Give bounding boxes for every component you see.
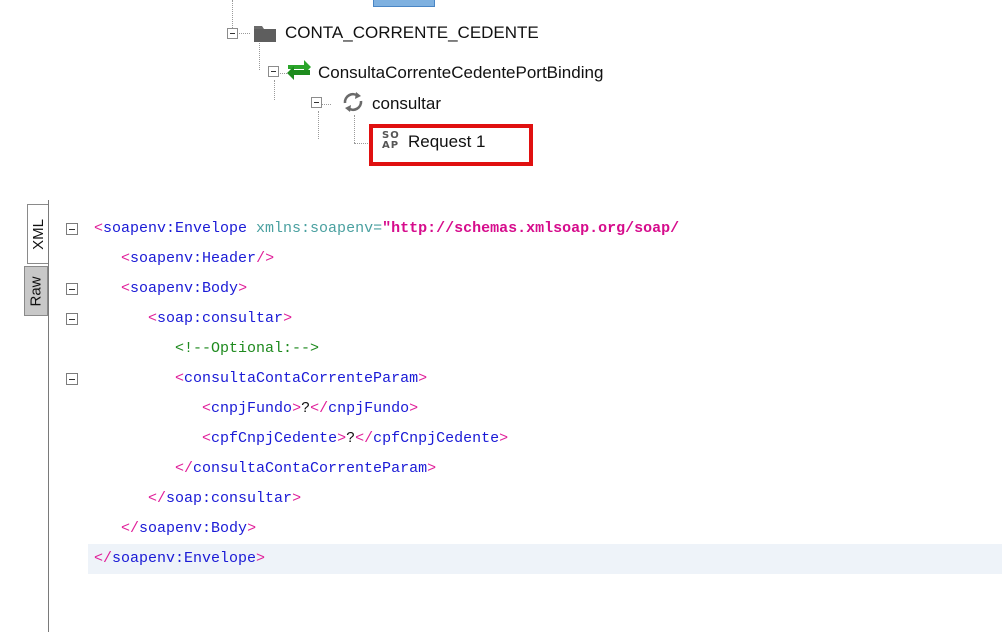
binding-arrows-icon xyxy=(287,60,311,80)
tree-connector xyxy=(274,80,275,100)
tree-item-request[interactable]: Request 1 xyxy=(408,127,486,157)
tree-item-label: Request 1 xyxy=(408,132,486,151)
tab-raw[interactable]: Raw xyxy=(24,266,48,316)
tab-label: XML xyxy=(29,218,47,250)
folder-icon xyxy=(254,26,276,42)
code-line: <soapenv:Body> xyxy=(121,280,248,297)
tab-label: Raw xyxy=(27,275,45,307)
tree-connector xyxy=(236,33,250,34)
code-line: </soapenv:Body> xyxy=(121,520,257,537)
fold-toggle[interactable] xyxy=(66,283,78,295)
tab-xml[interactable]: XML xyxy=(27,204,49,264)
tree-connector xyxy=(232,0,233,28)
tree-connector xyxy=(259,40,260,70)
code-line: </consultaContaCorrenteParam> xyxy=(175,460,437,477)
project-tree: CONTA_CORRENTE_CEDENTE ConsultaCorrenteC… xyxy=(0,0,1002,180)
fold-toggle[interactable] xyxy=(66,223,78,235)
tree-item-operation[interactable]: consultar xyxy=(372,89,441,119)
soap-request-icon: SO AP xyxy=(382,131,402,155)
refresh-operation-icon xyxy=(343,92,363,112)
tree-connector xyxy=(321,104,331,105)
code-line: <soapenv:Header/> xyxy=(121,250,275,267)
code-line: <cnpjFundo>?</cnpjFundo> xyxy=(202,400,419,417)
xml-code-area[interactable]: <soapenv:Envelope xmlns:soapenv="http://… xyxy=(88,200,1002,632)
code-line: <consultaContaCorrenteParam> xyxy=(175,370,428,387)
tree-item-interface[interactable]: CONTA_CORRENTE_CEDENTE xyxy=(285,18,539,48)
collapse-toggle[interactable] xyxy=(227,28,238,39)
tree-item-label: ConsultaCorrenteCedentePortBinding xyxy=(318,63,604,82)
code-line-current: </soapenv:Envelope> xyxy=(88,544,1002,574)
tab-divider xyxy=(48,200,49,632)
code-line: <soap:consultar> xyxy=(148,310,293,327)
tree-connector xyxy=(354,115,355,143)
code-line: <!--Optional:--> xyxy=(175,340,320,357)
code-line: <soapenv:Envelope xmlns:soapenv="http://… xyxy=(94,220,680,237)
xml-editor-panel: XML Raw <soapenv:Envelope xmlns:soapenv=… xyxy=(0,200,1002,632)
tree-item-label: CONTA_CORRENTE_CEDENTE xyxy=(285,23,539,42)
soap-icon-bottom: AP xyxy=(382,140,400,151)
tree-item-binding[interactable]: ConsultaCorrenteCedentePortBinding xyxy=(318,58,603,88)
selected-node-edge xyxy=(373,0,435,7)
fold-toggle[interactable] xyxy=(66,313,78,325)
tree-connector xyxy=(318,111,319,139)
code-line: <cpfCnpjCedente>?</cpfCnpjCedente> xyxy=(202,430,509,447)
fold-toggle[interactable] xyxy=(66,373,78,385)
fold-gutter xyxy=(60,200,88,632)
collapse-toggle[interactable] xyxy=(311,97,322,108)
collapse-toggle[interactable] xyxy=(268,66,279,77)
code-line: </soap:consultar> xyxy=(148,490,302,507)
tree-item-label: consultar xyxy=(372,94,441,113)
editor-side-tabs: XML Raw xyxy=(0,200,58,632)
